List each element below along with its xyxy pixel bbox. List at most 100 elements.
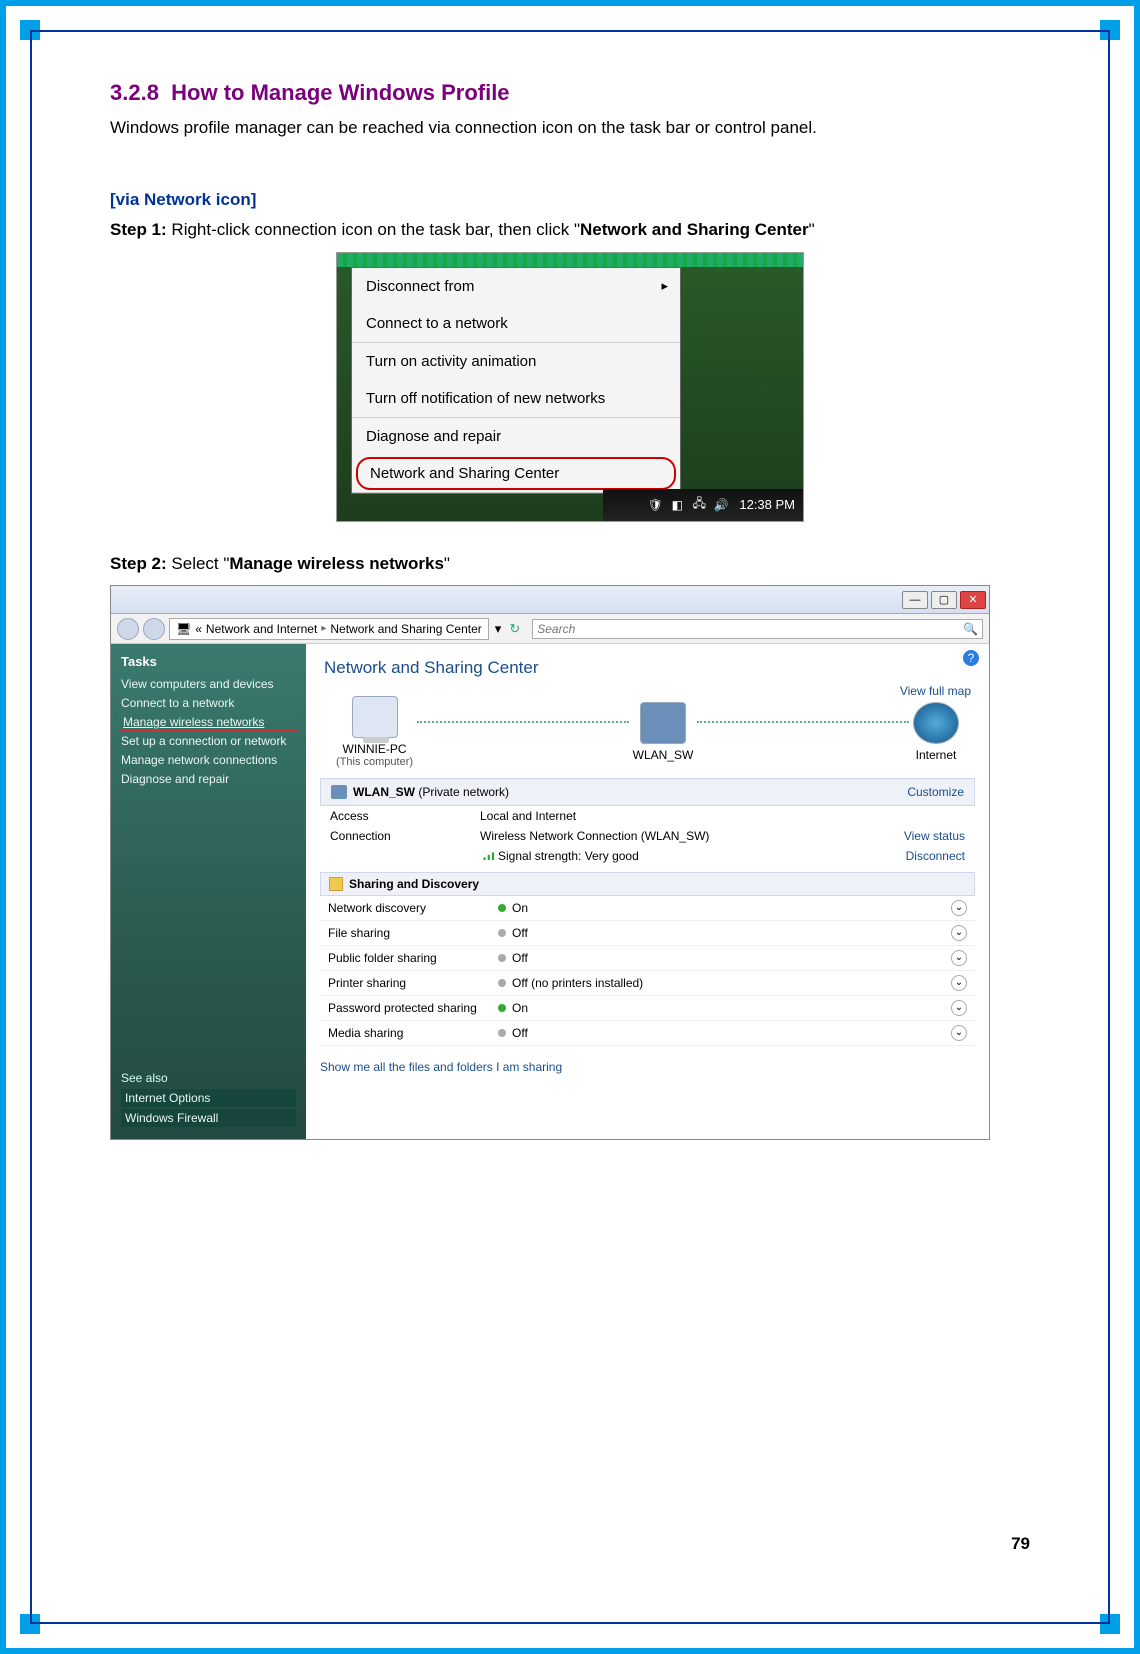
sidebar-link-setup-connection[interactable]: Set up a connection or network: [121, 734, 296, 748]
section-title: How to Manage Windows Profile: [171, 80, 509, 105]
router-icon: [640, 702, 686, 744]
sharing-row-1: File sharing Off ⌄: [320, 921, 975, 946]
expand-chevron-icon[interactable]: ⌄: [951, 1000, 967, 1016]
view-status-link[interactable]: View status: [904, 829, 965, 843]
taskbar: 🛡 ◧ 🖧 🔊 12:38 PM: [603, 489, 803, 521]
status-dot-icon: [498, 904, 506, 912]
step-1: Step 1: Right-click connection icon on t…: [110, 218, 1030, 242]
tray-volume-icon[interactable]: 🔊: [713, 497, 729, 513]
address-bar: 🖥 « Network and Internet ▸ Network and S…: [111, 614, 989, 644]
sharing-folder-icon: [329, 877, 343, 891]
window-minimize-button[interactable]: —: [902, 591, 928, 609]
sharing-discovery-header: Sharing and Discovery: [320, 872, 975, 896]
network-node-pc: WINNIE-PC (This computer): [336, 696, 413, 768]
sharing-row-key: File sharing: [328, 926, 498, 940]
menu-item-connect-to-network[interactable]: Connect to a network: [352, 305, 680, 342]
control-panel-icon: 🖥: [176, 622, 191, 636]
sharing-row-0: Network discoveryOn⌄: [320, 896, 975, 921]
step-1-text: Right-click connection icon on the task …: [167, 220, 580, 239]
sharing-row-value: Off (no printers installed): [512, 976, 643, 990]
customize-link[interactable]: Customize: [907, 785, 964, 799]
breadcrumb-nsc[interactable]: Network and Sharing Center: [330, 622, 481, 636]
menu-item-activity-animation[interactable]: Turn on activity animation: [352, 343, 680, 380]
show-shared-files-link[interactable]: Show me all the files and folders I am s…: [320, 1060, 562, 1074]
sharing-discovery-title: Sharing and Discovery: [349, 877, 479, 891]
main-panel: ? Network and Sharing Center View full m…: [306, 644, 989, 1139]
tray-shield-icon[interactable]: 🛡: [647, 497, 663, 513]
taskbar-clock[interactable]: 12:38 PM: [739, 497, 795, 512]
step-1-bold: Network and Sharing Center: [580, 220, 809, 239]
sidebar-link-diagnose-repair[interactable]: Diagnose and repair: [121, 772, 296, 786]
window-titlebar-strip: [337, 253, 803, 267]
search-box[interactable]: 🔍: [532, 619, 983, 639]
network-line-2: [697, 721, 909, 723]
signal-strength-label: Signal strength: Very good: [498, 849, 639, 863]
tasks-title: Tasks: [121, 654, 296, 669]
window-close-button[interactable]: ✕: [960, 591, 986, 609]
sharing-row-key: Network discovery: [328, 901, 498, 915]
nav-forward-button[interactable]: [143, 618, 165, 640]
see-also-heading: See also: [121, 1071, 296, 1085]
status-dot-icon: [498, 929, 506, 937]
view-full-map-link[interactable]: View full map: [900, 684, 971, 698]
sharing-row-2: Public folder sharingOff⌄: [320, 946, 975, 971]
see-also-windows-firewall[interactable]: Windows Firewall: [121, 1109, 296, 1127]
breadcrumb-sep-icon: ▸: [321, 623, 326, 634]
search-input[interactable]: [537, 622, 963, 636]
expand-chevron-icon[interactable]: ⌄: [951, 950, 967, 966]
step-1-prefix: Step 1:: [110, 220, 167, 239]
sidebar-link-manage-wireless[interactable]: Manage wireless networks: [121, 715, 296, 729]
disconnect-link[interactable]: Disconnect: [906, 849, 965, 863]
signal-strength-icon: [480, 850, 494, 860]
network-line-1: [417, 721, 629, 723]
wlan-header-bar: WLAN_SW (Private network) Customize: [320, 778, 975, 806]
nav-back-button[interactable]: [117, 618, 139, 640]
sharing-row-3: Printer sharingOff (no printers installe…: [320, 971, 975, 996]
expand-chevron-icon[interactable]: ⌄: [951, 975, 967, 991]
status-dot-icon: [498, 979, 506, 987]
step-2-prefix: Step 2:: [110, 554, 167, 573]
expand-chevron-icon[interactable]: ⌄: [951, 1025, 967, 1041]
tray-app-icon[interactable]: ◧: [669, 497, 685, 513]
internet-label: Internet: [913, 748, 959, 762]
refresh-icon[interactable]: ↻: [507, 621, 522, 637]
screenshot-network-sharing-center: — ▢ ✕ 🖥 « Network and Internet ▸ Network…: [110, 585, 990, 1140]
dropdown-icon[interactable]: ▾: [493, 621, 504, 637]
sharing-row-value: Off: [512, 926, 528, 940]
sidebar-link-connect-network[interactable]: Connect to a network: [121, 696, 296, 710]
tray-network-icon[interactable]: 🖧: [691, 497, 707, 513]
search-icon[interactable]: 🔍: [963, 622, 978, 636]
section-number: 3.2.8: [110, 80, 159, 105]
expand-chevron-icon[interactable]: ⌄: [951, 925, 967, 941]
status-dot-icon: [498, 1029, 506, 1037]
panel-title: Network and Sharing Center: [324, 658, 989, 678]
menu-item-diagnose-repair[interactable]: Diagnose and repair: [352, 418, 680, 455]
globe-icon: [913, 702, 959, 744]
access-label: Access: [330, 809, 480, 823]
sharing-row-4: Password protected sharingOn⌄: [320, 996, 975, 1021]
see-also-internet-options[interactable]: Internet Options: [121, 1089, 296, 1107]
sidebar-link-manage-connections[interactable]: Manage network connections: [121, 753, 296, 767]
computer-icon: [352, 696, 398, 738]
window-maximize-button[interactable]: ▢: [931, 591, 957, 609]
via-network-icon-heading: [via Network icon]: [110, 190, 256, 210]
step-2-text: Select ": [167, 554, 230, 573]
page-number: 79: [1011, 1534, 1030, 1554]
menu-item-disconnect-from[interactable]: Disconnect from: [352, 268, 680, 305]
breadcrumb[interactable]: 🖥 « Network and Internet ▸ Network and S…: [169, 618, 489, 640]
sharing-row-value: Off: [512, 1026, 528, 1040]
network-map: WINNIE-PC (This computer) WLAN_SW Intern…: [336, 696, 959, 768]
menu-item-turn-off-notification[interactable]: Turn off notification of new networks: [352, 380, 680, 417]
connection-label: Connection: [330, 829, 480, 843]
breadcrumb-network-internet[interactable]: Network and Internet: [206, 622, 317, 636]
network-node-internet: Internet: [913, 702, 959, 762]
wlan-name: WLAN_SW: [353, 785, 415, 799]
section-heading: 3.2.8 How to Manage Windows Profile: [110, 80, 1030, 106]
menu-item-network-sharing-center[interactable]: Network and Sharing Center: [356, 457, 676, 490]
expand-chevron-icon[interactable]: ⌄: [951, 900, 967, 916]
sidebar-link-view-computers[interactable]: View computers and devices: [121, 677, 296, 691]
sharing-row-value: Off: [512, 951, 528, 965]
window-titlebar: — ▢ ✕: [111, 586, 989, 614]
wlan-suffix: (Private network): [415, 785, 509, 799]
screenshot-context-menu: Disconnect from Connect to a network Tur…: [336, 252, 804, 522]
